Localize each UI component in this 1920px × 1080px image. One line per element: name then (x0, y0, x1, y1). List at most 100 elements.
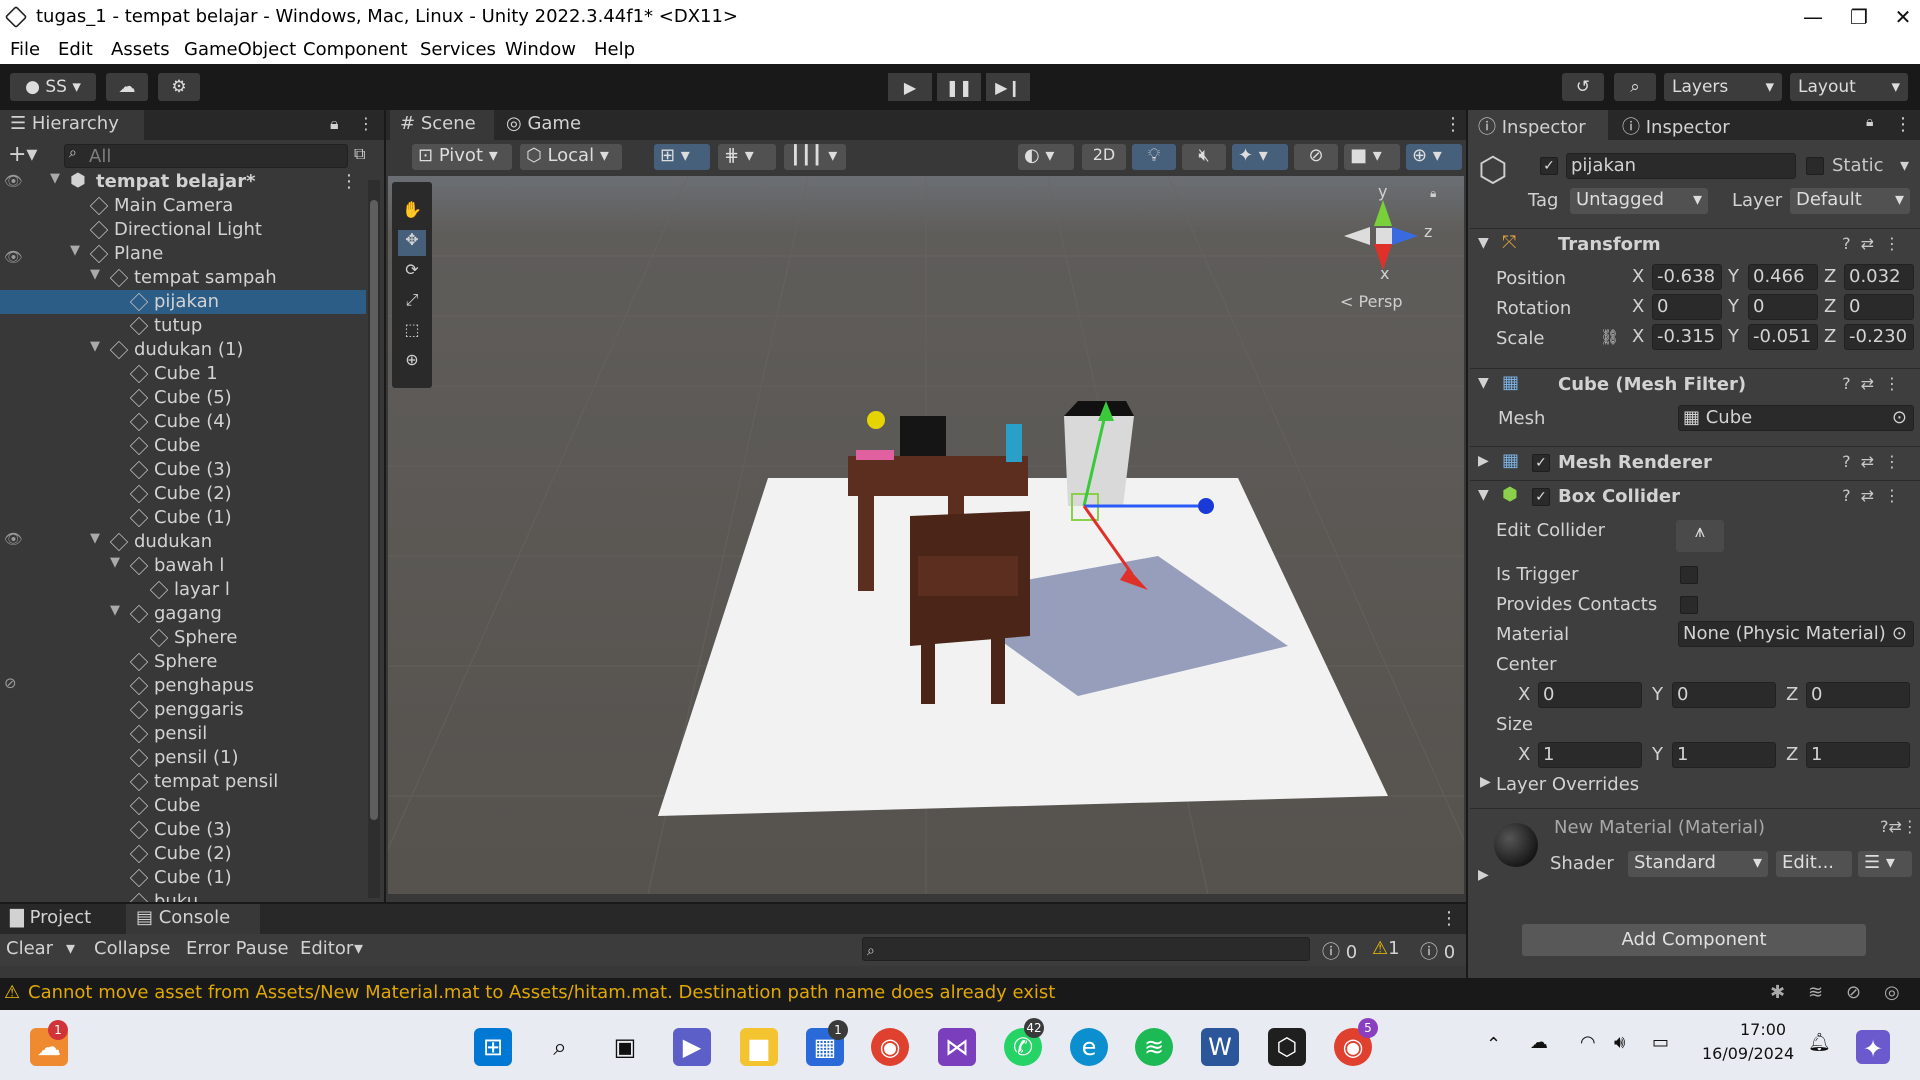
spotify-icon[interactable]: ≋ (1135, 1028, 1173, 1066)
hierarchy-item[interactable]: penghapus (0, 674, 366, 698)
tab-scene[interactable]: # Scene (390, 110, 494, 140)
close-button[interactable]: ✕ (1880, 2, 1920, 32)
error-count[interactable]: ⓘ 0 (1420, 938, 1455, 964)
center-z-field[interactable]: 0 (1806, 682, 1910, 708)
persp-label[interactable]: < Persp (1340, 292, 1402, 311)
rect-tool-icon[interactable]: ⬚ (398, 320, 426, 346)
console-search-input[interactable]: ⌕ (862, 937, 1310, 961)
hand-tool-icon[interactable]: ✋ (398, 200, 426, 226)
position-x-field[interactable]: -0.638 (1652, 264, 1722, 290)
increment-snap-button[interactable]: ⋕ ▾ (718, 144, 776, 170)
edit-collider-button[interactable]: ⩚ (1676, 520, 1724, 552)
add-component-button[interactable]: Add Component (1522, 924, 1866, 956)
camera-button[interactable]: ■ ▾ (1344, 144, 1400, 170)
hierarchy-item[interactable]: Directional Light (0, 218, 366, 242)
hierarchy-item[interactable]: Cube (5) (0, 386, 366, 410)
visibility-eye-icon[interactable]: 👁︎ (4, 248, 23, 266)
expand-arrow-icon[interactable]: ▼ (110, 603, 120, 618)
hierarchy-item[interactable]: Cube (1) (0, 506, 366, 530)
collapse-arrow-icon[interactable]: ▼ (1478, 487, 1489, 503)
active-checkbox[interactable]: ✓ (1540, 157, 1558, 175)
play-button[interactable]: ▶ (888, 73, 932, 101)
chrome-icon[interactable]: ◉ (871, 1028, 909, 1066)
hierarchy-item[interactable]: buku (0, 890, 366, 902)
size-x-axis-label[interactable]: X (1518, 744, 1530, 765)
menu-window[interactable]: Window (505, 39, 576, 60)
tab-project[interactable]: ▇ Project (0, 904, 124, 934)
more-icon[interactable]: ⋮ (1444, 114, 1462, 135)
cloud-icon[interactable]: ☁ (106, 73, 148, 101)
scale-y-field[interactable]: -0.051 (1748, 324, 1818, 350)
effects-button[interactable]: ✦ ▾ (1232, 144, 1288, 170)
hierarchy-item[interactable]: Cube (4) (0, 410, 366, 434)
transform-header[interactable]: ▼ ⤧ Transform ?⇄⋮ (1470, 228, 1920, 260)
hierarchy-item[interactable]: Cube (2) (0, 842, 366, 866)
menu-services[interactable]: Services (420, 39, 496, 60)
scene-visibility-icon[interactable]: ⊘ (1294, 144, 1338, 170)
size-x-field[interactable]: 1 (1538, 742, 1642, 768)
lighting-icon[interactable]: 💡︎ (1132, 144, 1176, 170)
rotation-y-axis-label[interactable]: Y (1728, 296, 1739, 317)
menu-gameobject[interactable]: GameObject (184, 39, 296, 60)
component-header-icons[interactable]: ?⇄⋮ (1842, 486, 1910, 505)
transform-tool-icon[interactable]: ⊕ (398, 350, 426, 376)
clear-button[interactable]: Clear (6, 938, 53, 959)
volume-icon[interactable]: 🔊︎ (1614, 1032, 1625, 1053)
position-y-axis-label[interactable]: Y (1728, 266, 1739, 287)
center-z-axis-label[interactable]: Z (1786, 684, 1798, 705)
box-collider-header[interactable]: ▼ ⬢ ✓ Box Collider ?⇄⋮ (1470, 480, 1920, 512)
warning-count[interactable]: ⚠1 (1372, 938, 1400, 959)
visual-studio-icon[interactable]: ⋈ (938, 1028, 976, 1066)
gizmo-y-cone[interactable] (1374, 200, 1392, 226)
mesh-field[interactable]: ▦ Cube ⊙ (1678, 405, 1914, 431)
lock-icon[interactable]: 🔒︎ (1866, 114, 1873, 130)
physic-material-field[interactable]: None (Physic Material) ⊙ (1678, 621, 1914, 647)
rotation-y-field[interactable]: 0 (1748, 294, 1818, 320)
scale-x-field[interactable]: -0.315 (1652, 324, 1722, 350)
move-tool-icon[interactable]: ✥ (398, 230, 426, 256)
battery-icon[interactable]: ▭ (1652, 1032, 1669, 1053)
hierarchy-item[interactable]: ▼ gagang (0, 602, 366, 626)
position-y-field[interactable]: 0.466 (1748, 264, 1818, 290)
hierarchy-item[interactable]: Cube (3) (0, 458, 366, 482)
scrollbar-thumb[interactable] (370, 200, 378, 820)
scale-y-axis-label[interactable]: Y (1728, 326, 1739, 347)
hierarchy-item[interactable]: pensil (1) (0, 746, 366, 770)
layer-overrides-label[interactable]: Layer Overrides (1496, 774, 1639, 795)
collapse-arrow-icon[interactable]: ▼ (1478, 375, 1489, 391)
scale-z-field[interactable]: -0.230 (1844, 324, 1914, 350)
hierarchy-item[interactable]: pensil (0, 722, 366, 746)
gizmos-button[interactable]: ⊕ ▾ (1406, 144, 1462, 170)
rotation-x-field[interactable]: 0 (1652, 294, 1722, 320)
position-z-field[interactable]: 0.032 (1844, 264, 1914, 290)
hierarchy-item[interactable]: ▼ dudukan (0, 530, 366, 554)
account-button[interactable]: ● SS ▾ (10, 73, 96, 101)
static-checkbox[interactable] (1806, 157, 1824, 175)
component-header-icons[interactable]: ?⇄⋮ (1880, 817, 1918, 836)
shader-options-button[interactable]: ☰ ▾ (1858, 851, 1912, 877)
visibility-eye-icon[interactable]: 👁︎ (4, 172, 23, 190)
scale-z-axis-label[interactable]: Z (1824, 326, 1836, 347)
search-icon[interactable]: ⌕ (1614, 73, 1656, 101)
center-y-axis-label[interactable]: Y (1652, 684, 1663, 705)
component-header-icons[interactable]: ?⇄⋮ (1842, 374, 1910, 393)
orientation-gizmo[interactable]: y z x < Persp 🔒︎ (1338, 182, 1458, 311)
is-trigger-checkbox[interactable] (1680, 566, 1698, 584)
hierarchy-item[interactable]: ▼ bawah l (0, 554, 366, 578)
position-z-axis-label[interactable]: Z (1824, 266, 1836, 287)
unity-hub-icon[interactable]: ⬡ (1268, 1028, 1306, 1066)
gizmo-center-cube[interactable] (1376, 228, 1392, 244)
hierarchy-item-selected[interactable]: pijakan (0, 290, 366, 314)
notification-bell-icon[interactable]: 🔔︎ (1808, 1032, 1831, 1053)
hierarchy-item[interactable]: Cube (3) (0, 818, 366, 842)
layers-dropdown[interactable]: Layers ▾ (1664, 73, 1782, 101)
object-picker-icon[interactable]: ⊙ (1891, 623, 1907, 644)
shader-dropdown[interactable]: Standard ▾ (1628, 851, 1768, 877)
hierarchy-item[interactable]: Sphere (0, 626, 366, 650)
size-z-axis-label[interactable]: Z (1786, 744, 1798, 765)
object-name-field[interactable]: pijakan (1566, 153, 1796, 179)
size-y-axis-label[interactable]: Y (1652, 744, 1663, 765)
expand-arrow-icon[interactable]: ▶ (1478, 867, 1489, 883)
hierarchy-item[interactable]: ▼ dudukan (1) (0, 338, 366, 362)
rotate-tool-icon[interactable]: ⟳ (398, 260, 426, 286)
